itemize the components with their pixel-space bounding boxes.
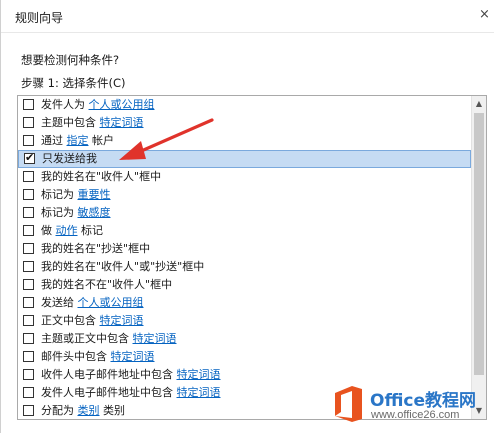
watermark-title: Office教程网 bbox=[370, 391, 477, 411]
watermark-url: www.office26.com bbox=[371, 409, 460, 421]
annotation-arrow-icon bbox=[119, 118, 214, 160]
rules-wizard-dialog: 规则向导 × 想要检测何种条件? 步骤 1: 选择条件(C) 发件人为 个人或公… bbox=[0, 0, 494, 433]
office-logo-icon bbox=[335, 386, 362, 422]
watermark: Office教程网 www.office26.com bbox=[328, 382, 493, 430]
